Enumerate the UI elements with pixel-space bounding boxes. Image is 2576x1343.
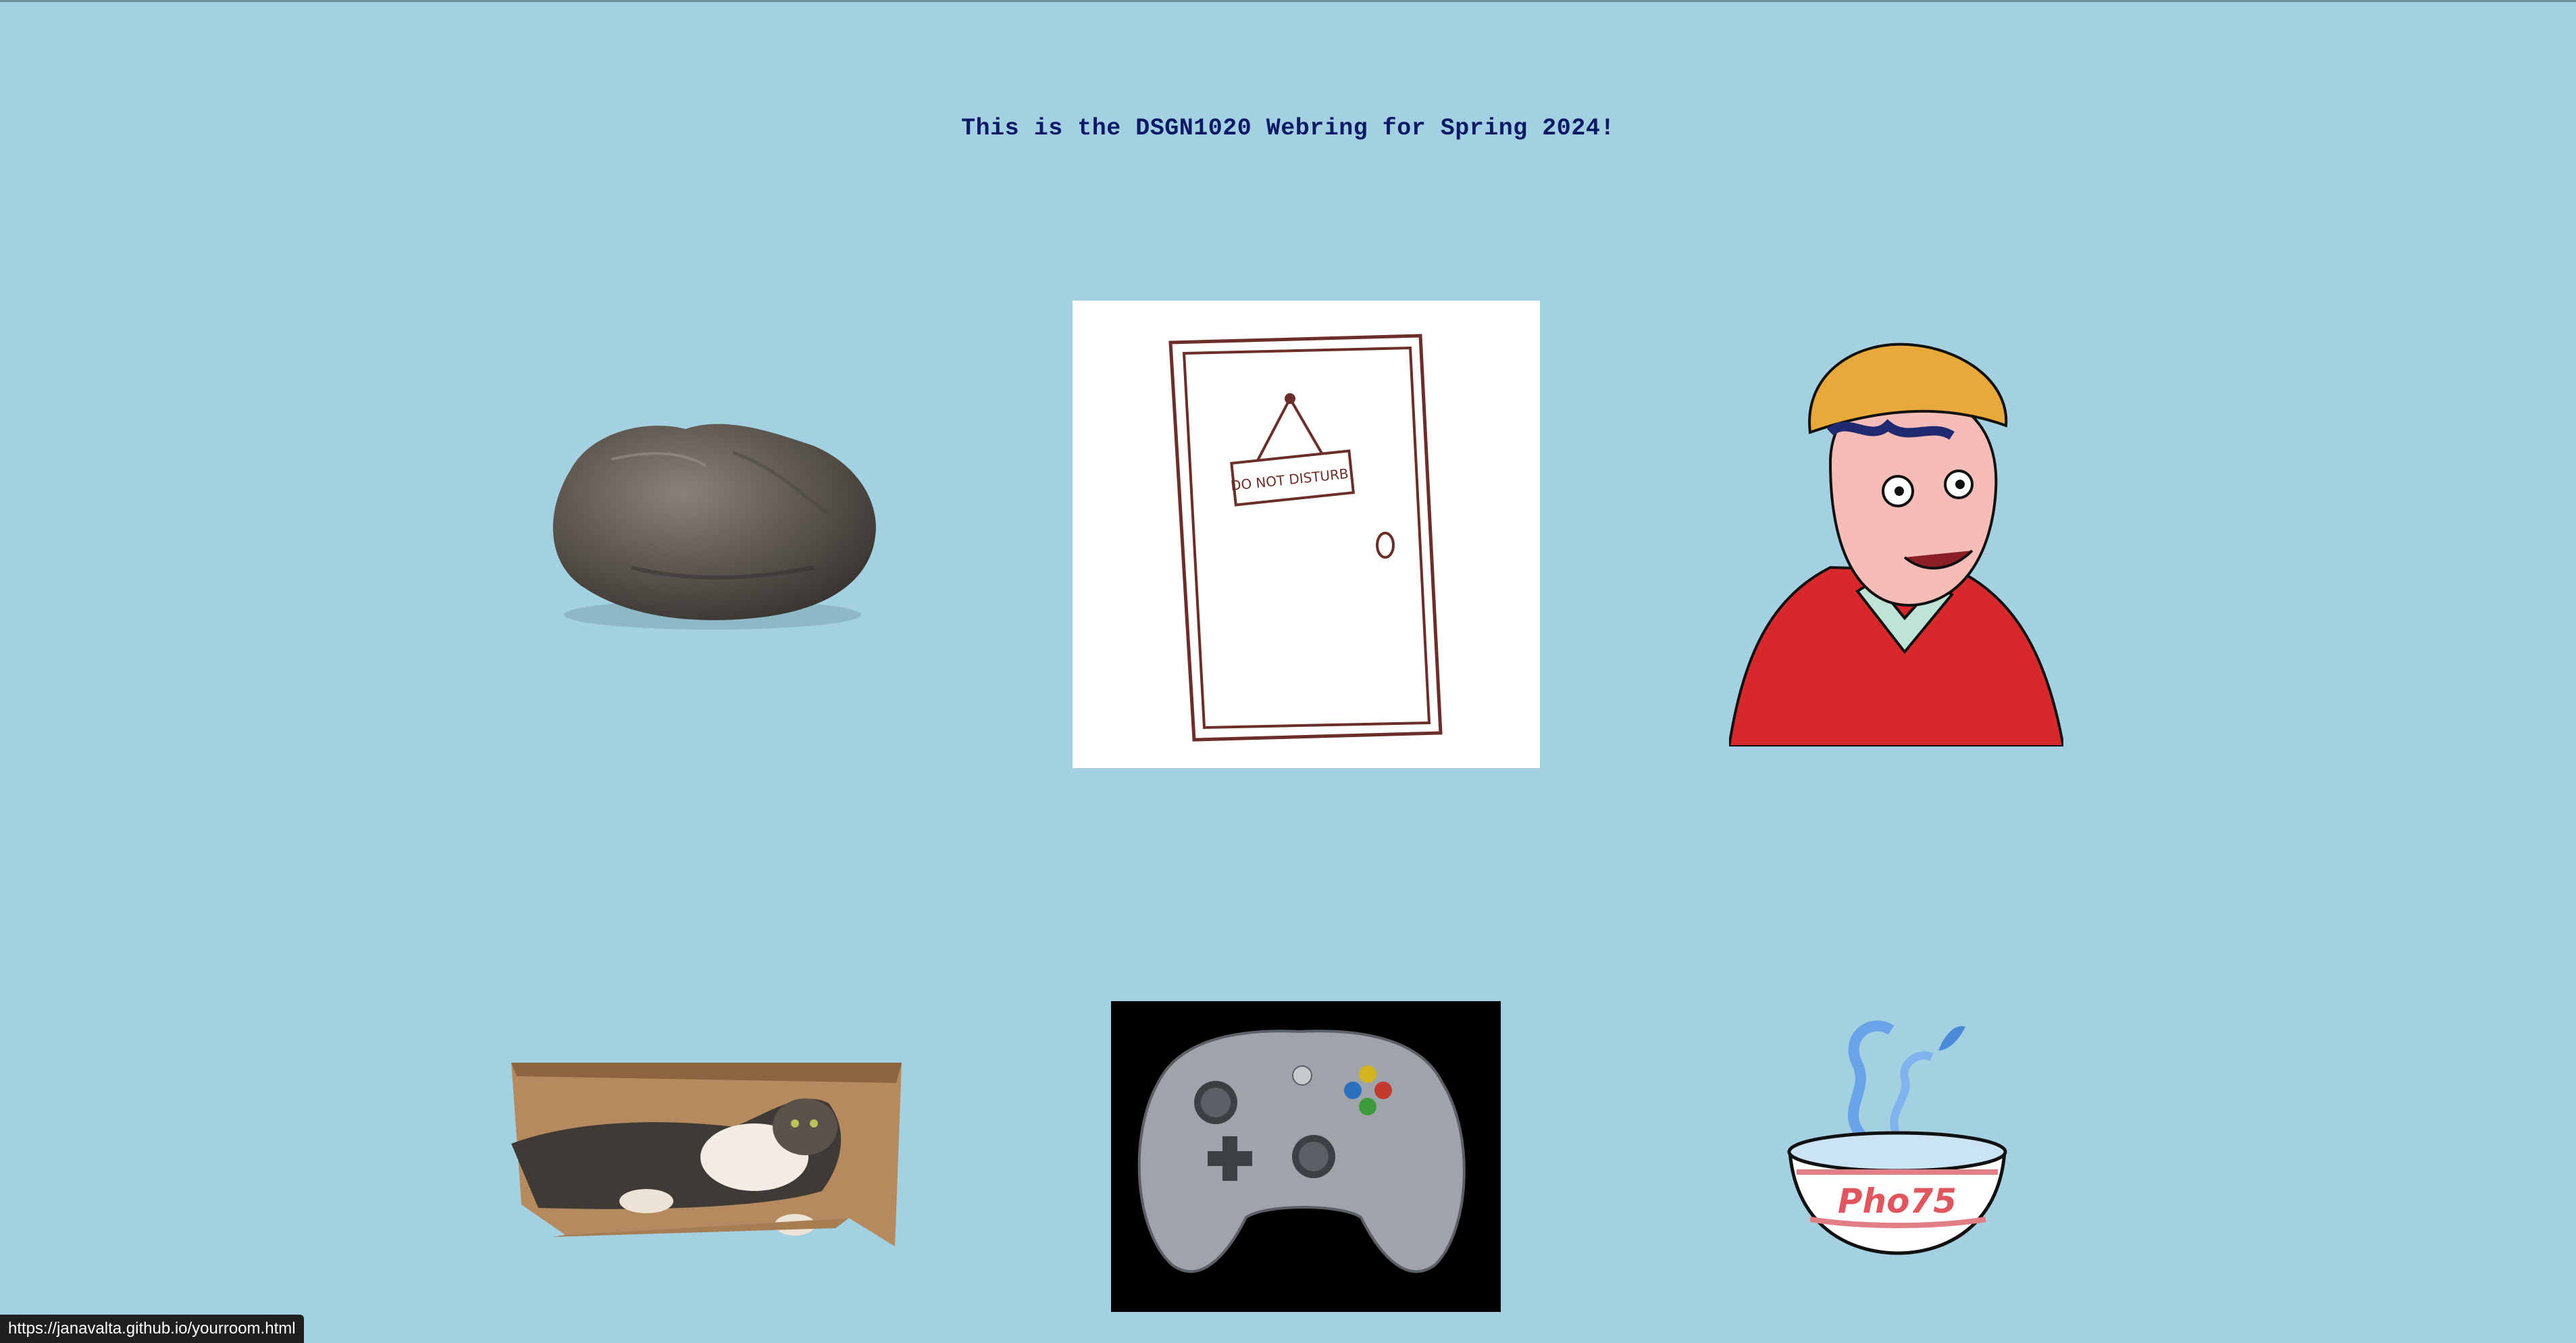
webring-link-pho[interactable]: Pho75	[1783, 1010, 2009, 1263]
webring-link-person[interactable]	[1729, 334, 2063, 746]
webring-link-door[interactable]: DO NOT DISTURB!	[1073, 301, 1540, 768]
webring-link-rock[interactable]	[530, 412, 885, 635]
page-title: This is the DSGN1020 Webring for Spring …	[961, 115, 1615, 142]
rock-image	[552, 424, 876, 630]
cat-in-box-image	[511, 1063, 902, 1246]
pho-bowl-label: Pho75	[1838, 1182, 1957, 1221]
cartoon-person-image	[1729, 343, 2063, 746]
door-image: DO NOT DISTURB!	[1073, 301, 1540, 768]
webring-link-controller[interactable]	[1111, 1001, 1501, 1312]
pho-bowl-image: Pho75	[1787, 1020, 2007, 1255]
top-border	[0, 0, 2576, 2]
webring-link-cat[interactable]	[511, 1063, 902, 1248]
game-controller-image	[1111, 1001, 1501, 1312]
status-bar-url: https://janavalta.github.io/yourroom.htm…	[0, 1315, 304, 1343]
